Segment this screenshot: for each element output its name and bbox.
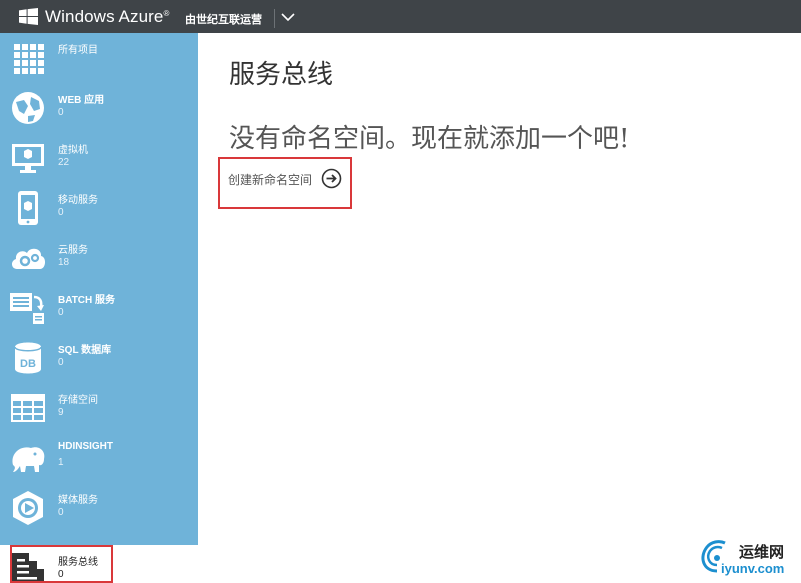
- sidebar-item-label: HDINSIGHT: [58, 441, 113, 452]
- sidebar: 所有项目 WEB 应用 0 虚拟机 22 移动服务 0 云服务 18 BATCH…: [0, 33, 198, 583]
- sidebar-item-label: 媒体服务: [58, 495, 98, 506]
- sidebar-item-count: 0: [58, 357, 64, 368]
- chevron-down-icon[interactable]: [281, 10, 295, 24]
- svg-text:DB: DB: [20, 358, 36, 370]
- sidebar-item-batch-service[interactable]: BATCH 服务 0: [0, 283, 198, 333]
- top-bar: Windows Azure® 由世纪互联运营: [0, 0, 801, 33]
- sidebar-item-virtual-machines[interactable]: 虚拟机 22: [0, 133, 198, 183]
- windows-logo-icon: [19, 8, 38, 25]
- watermark-text: 运维网: [739, 544, 785, 561]
- sidebar-item-label: 云服务: [58, 245, 88, 256]
- sidebar-item-count: 9: [58, 407, 64, 418]
- empty-state-message: 没有命名空间。现在就添加一个吧!: [229, 124, 630, 154]
- sidebar-item-label: 所有项目: [58, 45, 98, 56]
- active-item-highlight-frame: [10, 545, 113, 583]
- sidebar-item-cloud-services[interactable]: 云服务 18: [0, 233, 198, 283]
- sidebar-item-count: 18: [58, 257, 70, 268]
- sidebar-item-count: 0: [58, 507, 64, 518]
- grid-icon: [14, 44, 44, 74]
- database-icon: DB: [14, 342, 42, 374]
- sidebar-item-count: 0: [58, 107, 64, 118]
- sidebar-item-label: WEB 应用: [58, 95, 105, 106]
- elephant-icon: [12, 447, 45, 472]
- create-namespace-link[interactable]: 创建新命名空间: [228, 171, 312, 188]
- sidebar-item-sql-databases[interactable]: DB SQL 数据库 0: [0, 333, 198, 383]
- operator-label: 由世纪互联运营: [185, 14, 262, 26]
- sidebar-item-web-apps[interactable]: WEB 应用 0: [0, 83, 198, 133]
- sidebar-item-label: BATCH 服务: [58, 295, 116, 306]
- watermark-url: iyunv.com: [721, 561, 785, 576]
- cloud-gear-icon: [11, 248, 46, 269]
- batch-icon: [10, 293, 44, 324]
- sidebar-item-label: 虚拟机: [58, 145, 88, 156]
- globe-icon: [12, 92, 44, 124]
- sidebar-item-label: SQL 数据库: [58, 345, 112, 356]
- page-title: 服务总线: [229, 60, 334, 90]
- topbar-divider: [274, 9, 275, 28]
- sidebar-item-storage[interactable]: 存储空间 9: [0, 383, 198, 433]
- table-storage-icon: [11, 394, 45, 422]
- brand-title[interactable]: Windows Azure®: [45, 7, 169, 27]
- mobile-phone-icon: [18, 191, 38, 225]
- sidebar-item-label: 存储空间: [58, 395, 98, 406]
- arrow-right-circle-icon[interactable]: [321, 168, 342, 189]
- media-play-icon: [13, 491, 43, 525]
- sidebar-item-hdinsight[interactable]: HDINSIGHT 1: [0, 433, 198, 483]
- sidebar-item-all-items[interactable]: 所有项目: [0, 33, 198, 83]
- sidebar-item-count: 0: [58, 207, 64, 218]
- monitor-icon: [12, 144, 44, 173]
- sidebar-item-count: 1: [58, 457, 64, 468]
- sidebar-item-count: 0: [58, 307, 64, 318]
- sidebar-item-label: 移动服务: [58, 195, 98, 206]
- sidebar-item-count: 22: [58, 157, 70, 168]
- sidebar-item-mobile-services[interactable]: 移动服务 0: [0, 183, 198, 233]
- sidebar-item-media-services[interactable]: 媒体服务 0: [0, 483, 198, 533]
